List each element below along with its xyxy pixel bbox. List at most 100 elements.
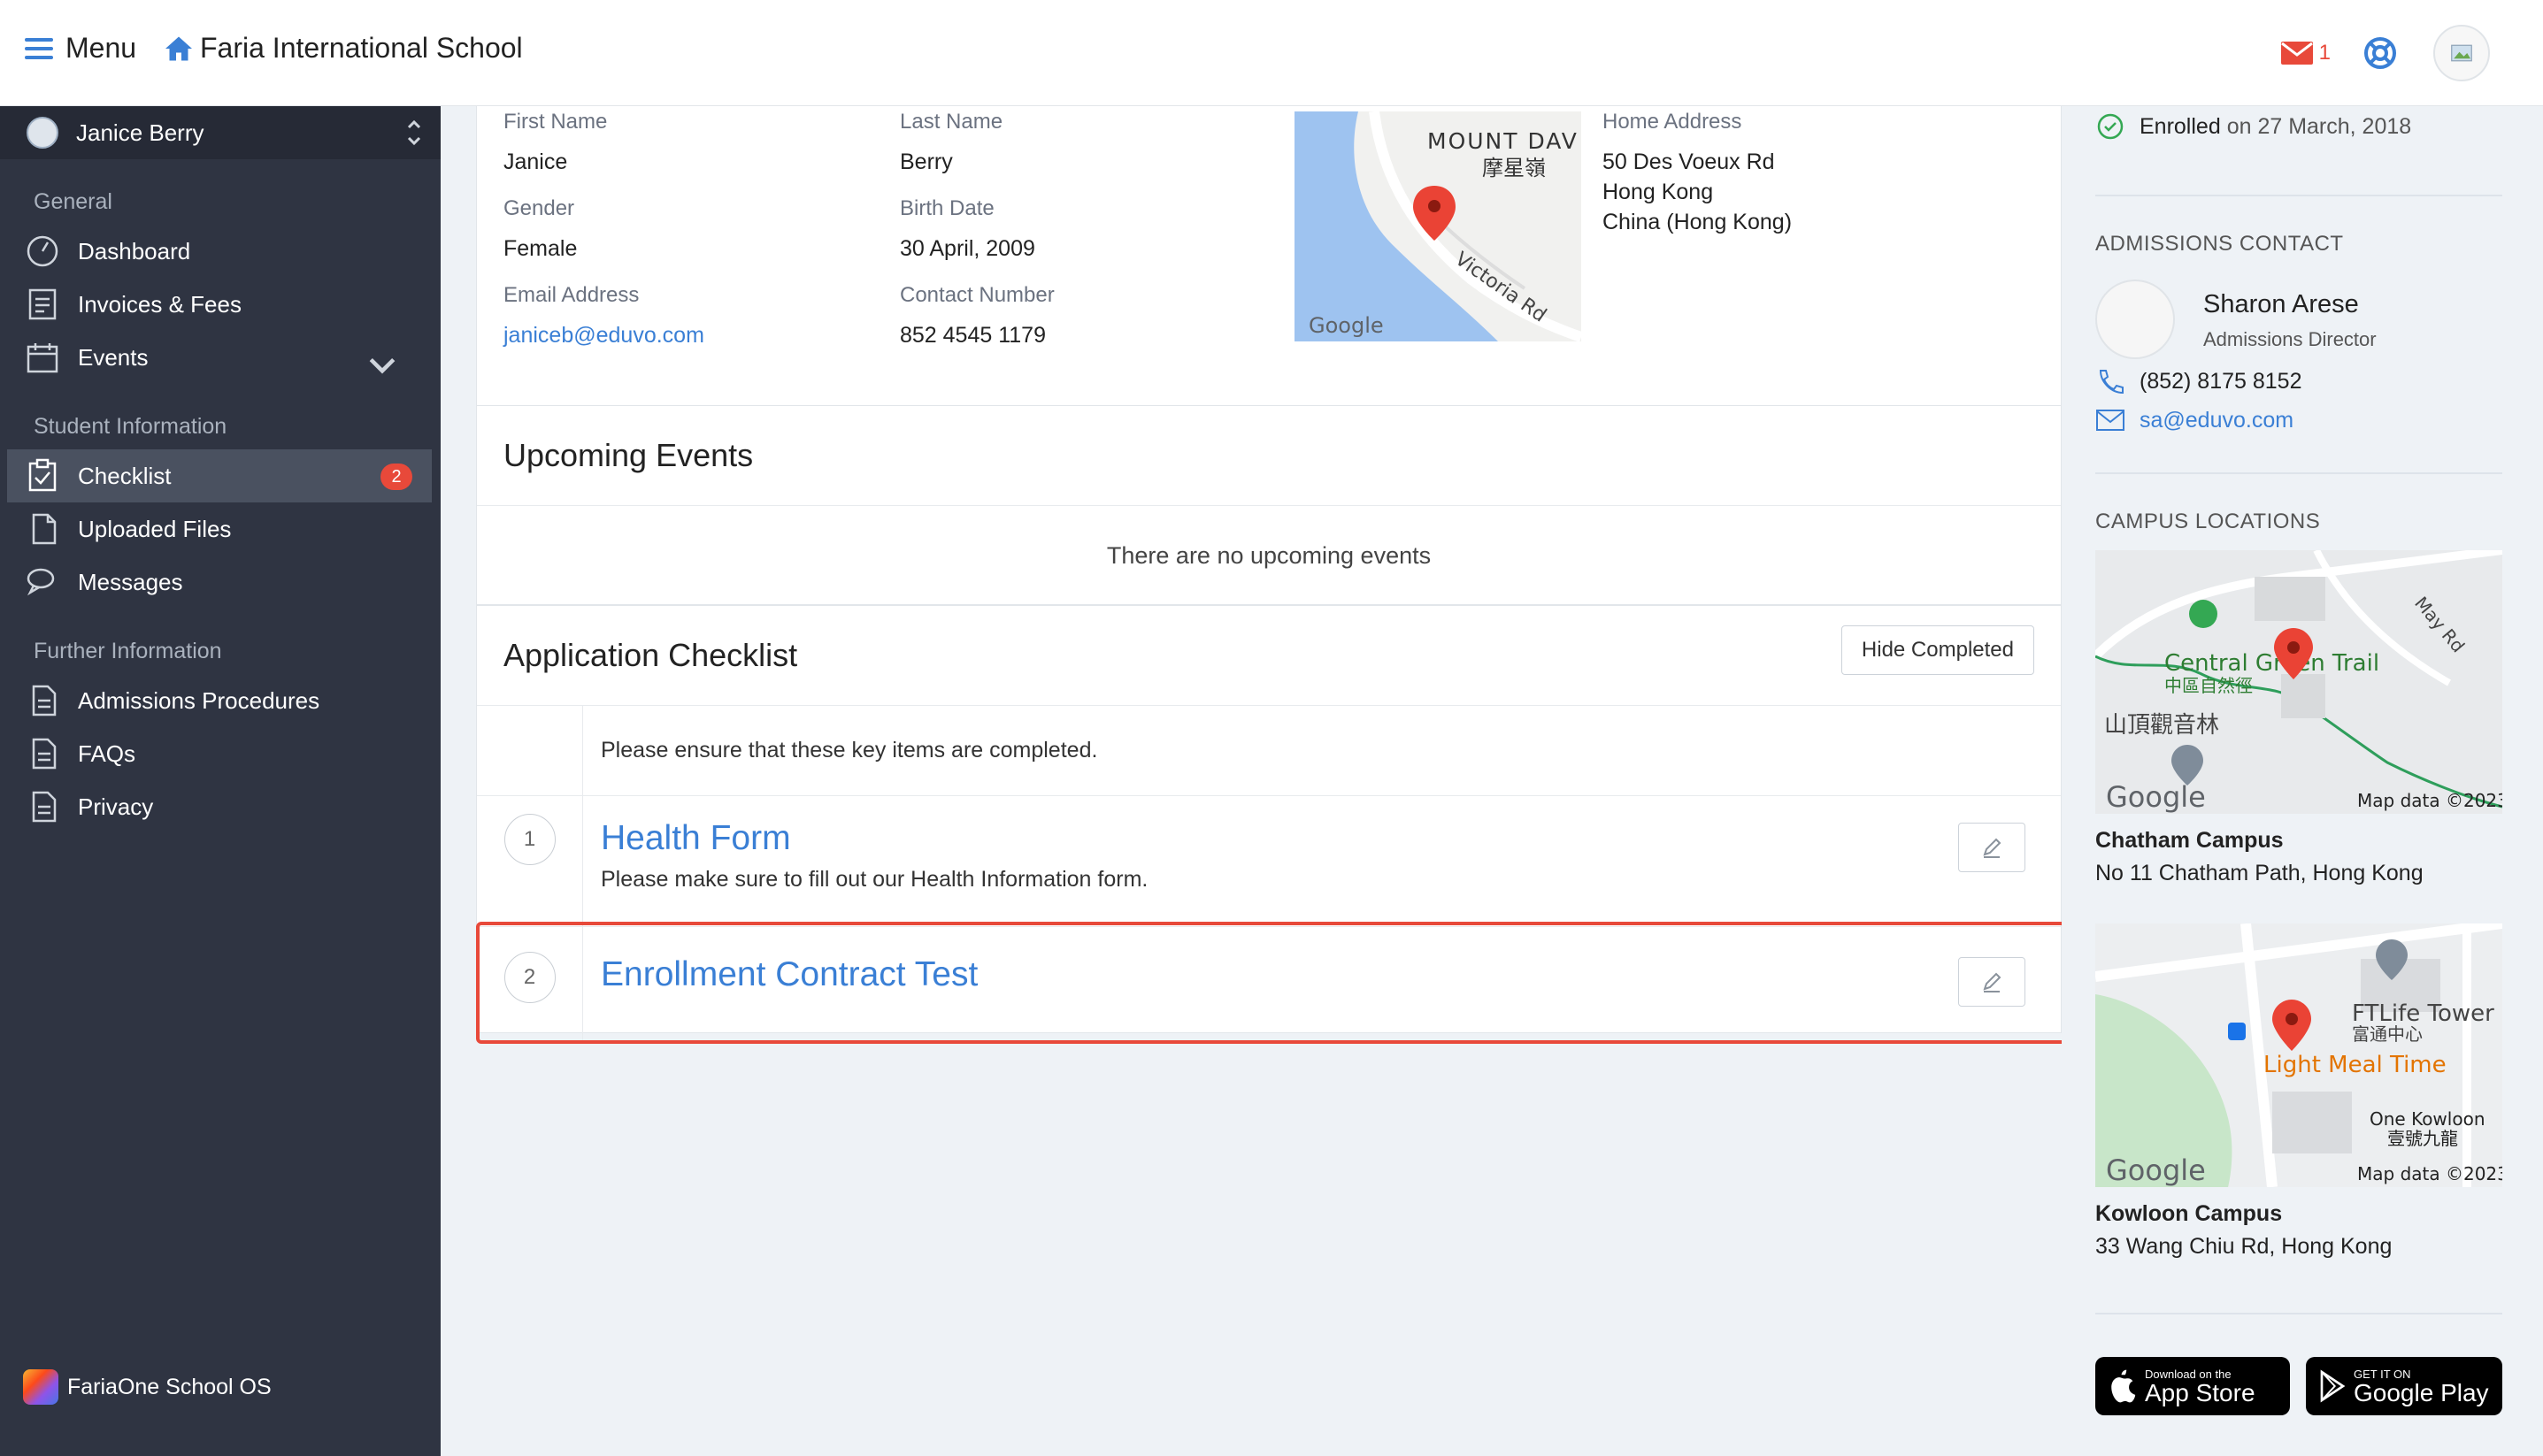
enrollment-status: Enrolled on 27 March, 2018 <box>2095 113 2502 140</box>
sidebar-item-admissions-procedures[interactable]: Admissions Procedures <box>0 674 441 727</box>
campus-map[interactable]: FTLife Tower 富通中心 Light Meal Time One Ko… <box>2095 923 2502 1187</box>
campus-kowloon: FTLife Tower 富通中心 Light Meal Time One Ko… <box>2095 923 2502 1260</box>
app-store-button[interactable]: Download on the App Store <box>2095 1357 2290 1415</box>
user-avatar[interactable] <box>2433 25 2490 81</box>
campus-name: Kowloon Campus <box>2095 1201 2283 1226</box>
upcoming-events-card: Upcoming Events There are no upcoming ev… <box>476 405 2062 605</box>
sidebar-item-dashboard[interactable]: Dashboard <box>0 225 441 278</box>
edit-button[interactable] <box>1958 823 2025 872</box>
menu-button[interactable]: Menu <box>25 32 136 65</box>
field-value: 30 April, 2009 <box>900 236 1035 261</box>
birth-date-field: Birth Date 30 April, 2009 <box>900 196 1035 264</box>
enrolled-label: Enrolled <box>2140 113 2221 139</box>
student-avatar <box>27 117 58 149</box>
address-line: 50 Des Voeux Rd <box>1602 149 1775 174</box>
field-label: Email Address <box>503 283 640 307</box>
sidebar-item-uploaded-files[interactable]: Uploaded Files <box>0 502 441 556</box>
campus-locations-title: CAMPUS LOCATIONS <box>2095 510 2321 533</box>
sidebar-item-checklist[interactable]: Checklist 2 <box>7 449 432 502</box>
contact-email[interactable]: sa@eduvo.com <box>2095 407 2502 433</box>
checklist-header: Application Checklist Hide Completed <box>477 606 2061 705</box>
apple-icon <box>2111 1369 2136 1403</box>
document-icon <box>32 738 57 770</box>
section-general: General <box>34 189 112 214</box>
field-label: Home Address <box>1602 110 1742 134</box>
map-meal-label: Light Meal Time <box>2263 1052 2447 1078</box>
field-value: Berry <box>900 149 953 174</box>
field-value: 852 4545 1179 <box>900 323 1046 348</box>
map-graphic: FTLife Tower 富通中心 Light Meal Time One Ko… <box>2095 923 2502 1187</box>
map-credit-label: Map data ©2023 <box>2357 790 2502 811</box>
school-name: Faria International School <box>200 32 523 64</box>
checklist-item: 1 Health Form Please make sure to fill o… <box>477 795 2061 926</box>
contact-name: Sharon Arese <box>2203 290 2359 318</box>
contact-role: Admissions Director <box>2203 328 2377 350</box>
campus-map[interactable]: Central Green Trail 中區自然徑 山頂觀音林 May Rd G… <box>2095 550 2502 814</box>
enrolled-date: on 27 March, 2018 <box>2226 113 2412 139</box>
sidebar-item-faqs[interactable]: FAQs <box>0 727 441 780</box>
student-switcher[interactable]: Janice Berry <box>0 106 441 159</box>
map-trail-label: Central Green Trail <box>2164 650 2379 677</box>
contact-phone-text: (852) 8175 8152 <box>2140 368 2302 394</box>
student-profile-card: First Name Janice Last Name Berry Gender… <box>476 106 2062 407</box>
sidebar-item-label: Invoices & Fees <box>78 290 242 318</box>
field-label: Gender <box>503 196 575 220</box>
help-lifebuoy-icon[interactable] <box>2362 35 2398 71</box>
map-brand-label: Google <box>1309 313 1384 338</box>
admissions-contact-title: ADMISSIONS CONTACT <box>2095 232 2344 256</box>
pencil-icon <box>1983 972 2001 992</box>
fariaone-link[interactable]: FariaOne School OS <box>23 1369 272 1405</box>
google-play-button[interactable]: GET IT ON Google Play <box>2306 1357 2502 1415</box>
address-line: China (Hong Kong) <box>1602 210 1793 234</box>
contact-number-field: Contact Number 852 4545 1179 <box>900 283 1055 350</box>
map-brand-label: Google <box>2106 780 2206 814</box>
hide-completed-button[interactable]: Hide Completed <box>1840 625 2034 675</box>
checklist-intro-row: Please ensure that these key items are c… <box>477 705 2061 795</box>
sidebar-item-messages[interactable]: Messages <box>0 556 441 609</box>
contact-phone[interactable]: (852) 8175 8152 <box>2095 368 2502 395</box>
phone-icon <box>2099 370 2124 395</box>
calendar-icon <box>27 343 58 373</box>
edit-button[interactable] <box>1958 957 2025 1007</box>
bus-stop-icon <box>2228 1023 2246 1040</box>
sidebar-item-label: Events <box>78 343 149 371</box>
checklist-title: Application Checklist <box>503 637 798 673</box>
field-value: Janice <box>503 149 568 174</box>
sidebar-item-label: Admissions Procedures <box>78 686 320 714</box>
section-student-information: Student Information <box>34 414 227 439</box>
row-number-cell: 2 <box>477 927 583 1041</box>
home-address-map[interactable]: MOUNT DAV 摩星嶺 Victoria Rd Google <box>1295 111 1581 341</box>
contact-avatar <box>2095 280 2175 359</box>
map-peak-label: 山頂觀音林 <box>2104 712 2219 739</box>
pencil-icon <box>1983 838 2001 858</box>
mail-button[interactable]: 1 <box>2280 41 2331 65</box>
sidebar-item-events[interactable]: Events <box>0 331 441 384</box>
no-events-message: There are no upcoming events <box>477 505 2061 606</box>
sidebar-item-privacy[interactable]: Privacy <box>0 780 441 833</box>
menu-label: Menu <box>65 32 137 64</box>
checklist-item-title-link[interactable]: Health Form <box>601 819 2061 858</box>
contact-email-text: sa@eduvo.com <box>2140 407 2294 433</box>
sidebar: Janice Berry General Dashboard Invoices … <box>0 106 441 1456</box>
application-checklist-card: Application Checklist Hide Completed Ple… <box>476 605 2062 1041</box>
field-value: Female <box>503 236 578 261</box>
files-icon <box>32 513 57 545</box>
row-number-cell: 1 <box>477 796 583 926</box>
mail-count: 1 <box>2318 41 2331 65</box>
map-graphic: MOUNT DAV 摩星嶺 Victoria Rd Google <box>1295 111 1581 341</box>
checklist-item-description: Please make sure to fill out our Health … <box>601 867 1149 892</box>
field-label: Last Name <box>900 110 1003 134</box>
email-field: Email Address janiceb@eduvo.com <box>503 283 704 350</box>
fariaone-label: FariaOne School OS <box>67 1374 272 1399</box>
document-icon <box>32 685 57 717</box>
sidebar-item-label: Checklist <box>78 462 172 489</box>
checklist-item: 2 Enrollment Contract Test <box>477 926 2061 1041</box>
email-link[interactable]: janiceb@eduvo.com <box>503 320 704 350</box>
school-home-link[interactable]: Faria International School <box>163 32 523 65</box>
checklist-item-title-link[interactable]: Enrollment Contract Test <box>601 955 2061 994</box>
google-play-icon <box>2320 1369 2346 1403</box>
sidebar-item-invoices[interactable]: Invoices & Fees <box>0 278 441 331</box>
top-bar: Menu Faria International School 1 <box>0 0 2543 106</box>
sidebar-item-label: FAQs <box>78 739 136 767</box>
map-trail-cn-label: 中區自然徑 <box>2164 675 2253 696</box>
